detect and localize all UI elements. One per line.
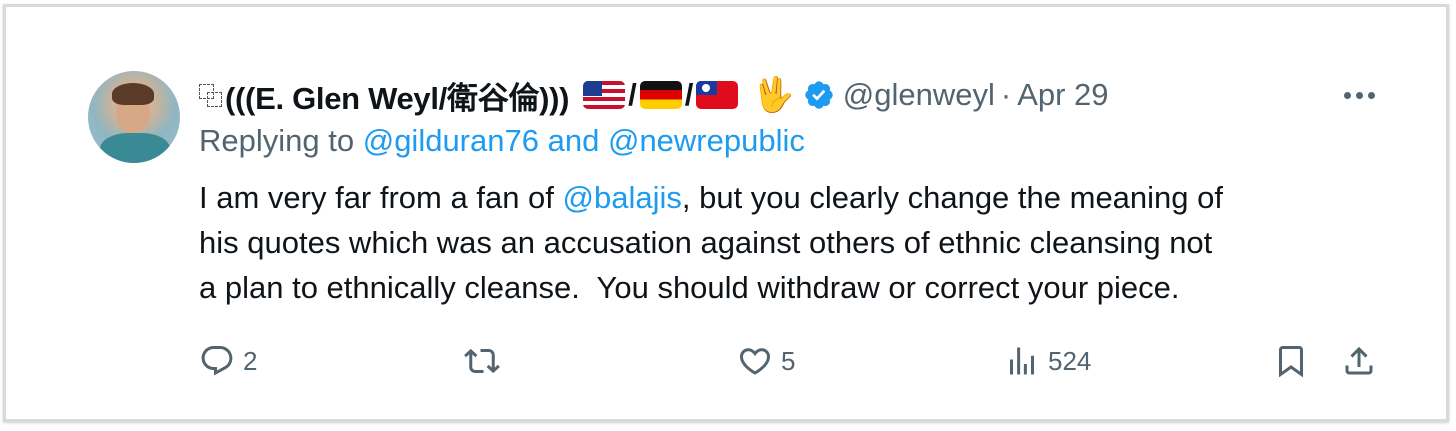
views-button[interactable]: 524: [1004, 337, 1091, 385]
text-segment: , but you clearly change the meaning of: [681, 180, 1223, 215]
reply-count: 2: [243, 345, 258, 376]
share-button[interactable]: [1341, 337, 1377, 385]
heart-icon: [737, 343, 773, 379]
tweet-text: I am very far from a fan of @balajis, bu…: [199, 175, 1399, 310]
separator-dot: ·: [1000, 77, 1012, 112]
retweet-icon: [464, 343, 500, 379]
like-button[interactable]: 5: [737, 337, 795, 385]
vulcan-salute-icon: 🖖: [752, 76, 795, 114]
tweet-line-3: a plan to ethnically cleanse. You should…: [199, 270, 1180, 305]
mention-link[interactable]: @balajis: [563, 180, 682, 215]
more-options-icon[interactable]: [1344, 86, 1384, 104]
text-segment: I am very far from a fan of: [199, 180, 563, 215]
replying-user-2[interactable]: @newrepublic: [608, 123, 805, 158]
reply-button[interactable]: 2: [199, 337, 257, 385]
avatar-shirt: [100, 133, 170, 163]
bookmark-button[interactable]: [1273, 337, 1309, 385]
user-handle[interactable]: @glenweyl: [843, 77, 995, 113]
tweet-date[interactable]: Apr 29: [1017, 77, 1108, 113]
replying-user-1[interactable]: @gilduran76: [363, 123, 539, 158]
tweet-card: (((E. Glen Weyl/衛谷倫))) / / 🖖 @glenweyl ·…: [3, 4, 1449, 422]
tweet-line-2: his quotes which was an accusation again…: [199, 225, 1213, 260]
avatar-hair: [112, 83, 154, 105]
de-flag-icon: [639, 81, 682, 109]
separator: /: [628, 77, 637, 112]
avatar[interactable]: [88, 71, 180, 163]
display-name[interactable]: (((E. Glen Weyl/衛谷倫))): [225, 73, 569, 118]
replying-and: and: [547, 123, 600, 158]
tw-flag-icon: [696, 81, 739, 109]
view-count: 524: [1048, 345, 1092, 376]
us-flag-icon: [583, 81, 626, 109]
tweet-header: (((E. Glen Weyl/衛谷倫))) / / 🖖 @glenweyl ·…: [199, 71, 1109, 119]
bookmark-icon: [1273, 343, 1309, 379]
share-icon: [1341, 343, 1377, 379]
separator: /: [684, 77, 694, 112]
action-bar: 2 5 524: [199, 337, 1389, 385]
overlapping-squares-icon: [199, 82, 223, 108]
views-chart-icon: [1004, 343, 1040, 379]
replying-to: Replying to @gilduran76 and @newrepublic: [199, 123, 805, 159]
replying-prefix: Replying to: [199, 123, 355, 158]
tweet-line-1: I am very far from a fan of @balajis, bu…: [199, 175, 1399, 220]
retweet-button[interactable]: [464, 337, 508, 385]
like-count: 5: [781, 345, 796, 376]
reply-icon: [199, 343, 235, 379]
verified-badge-icon[interactable]: [803, 79, 835, 111]
